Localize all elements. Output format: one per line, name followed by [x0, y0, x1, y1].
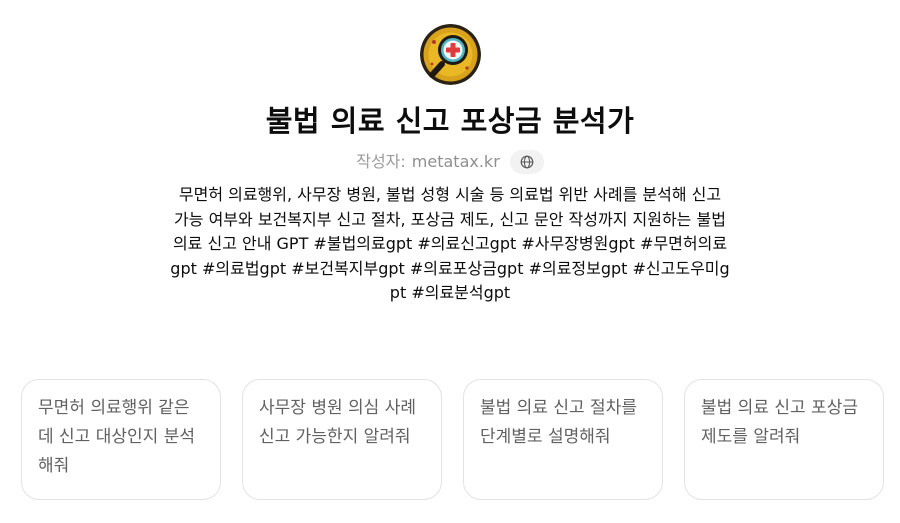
conversation-starter[interactable]: 사무장 병원 의심 사례 신고 가능한지 알려줘 [242, 379, 442, 500]
gpt-avatar [420, 24, 481, 85]
gpt-description: 무면허 의료행위, 사무장 병원, 불법 성형 시술 등 의료법 위반 사례를 … [170, 185, 730, 302]
gpt-landing: 불법 의료 신고 포상금 분석가 작성자: metatax.kr 무면허 의료행… [0, 0, 900, 523]
conversation-starter[interactable]: 불법 의료 신고 절차를 단계별로 설명해줘 [463, 379, 663, 500]
globe-icon [520, 155, 534, 169]
gpt-title: 불법 의료 신고 포상금 분석가 [265, 104, 635, 138]
author-name: metatax.kr [411, 152, 500, 171]
website-link-button[interactable] [509, 150, 544, 174]
author-row: 작성자: metatax.kr [0, 148, 900, 176]
conversation-starters: 무면허 의료행위 같은데 신고 대상인지 분석해줘 사무장 병원 의심 사례 신… [21, 379, 884, 500]
author-prefix: 작성자: [356, 152, 406, 171]
conversation-starter[interactable]: 불법 의료 신고 포상금 제도를 알려줘 [684, 379, 884, 500]
magnifier-medical-cross-icon [420, 24, 481, 85]
conversation-starter[interactable]: 무면허 의료행위 같은데 신고 대상인지 분석해줘 [21, 379, 221, 500]
